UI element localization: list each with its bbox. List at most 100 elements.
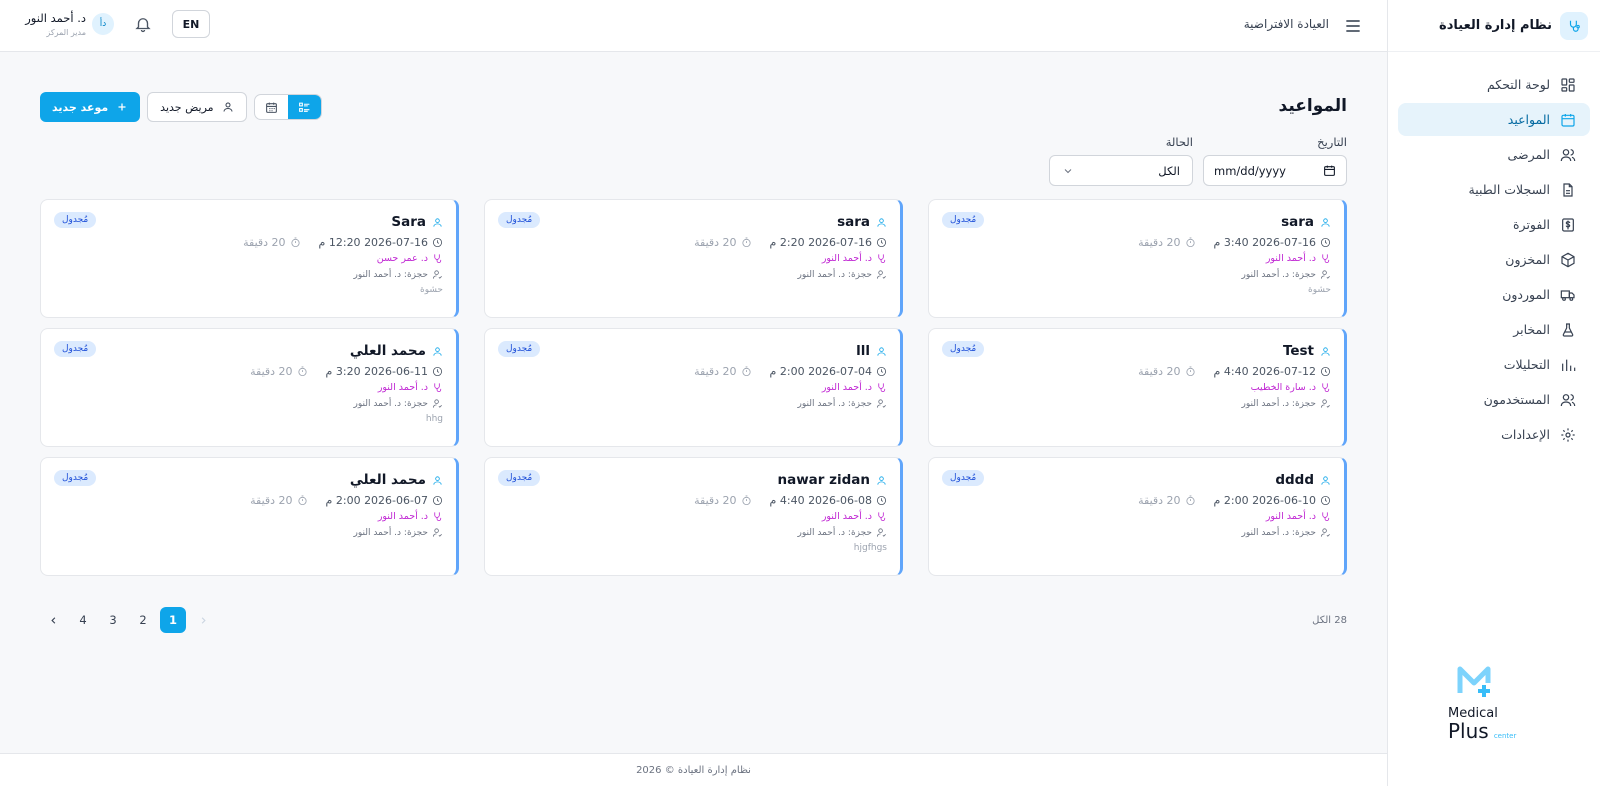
user-icon: [433, 346, 442, 356]
appointment-card[interactable]: محمد العلي مُجدول 2026-06-07 2:00 م 20 دق…: [40, 457, 459, 576]
clock-icon: [1320, 495, 1331, 506]
menu-icon[interactable]: [1343, 16, 1363, 36]
timer-icon: [297, 495, 307, 506]
plus-icon: [118, 103, 126, 111]
stethoscope-icon: [434, 383, 442, 393]
sidebar-item-billing[interactable]: الفوترة: [1398, 208, 1590, 241]
appointment-duration: 20 دقيقة: [694, 365, 737, 378]
page-title: المواعيد: [1278, 96, 1347, 116]
clock-icon: [432, 366, 443, 377]
chevron-left-icon: [50, 616, 55, 624]
appointment-card[interactable]: sara مُجدول 2026-07-16 2:20 م 20 دقيقة د.…: [484, 199, 903, 318]
next-page-button[interactable]: [40, 607, 66, 633]
user-icon: [1321, 346, 1330, 356]
date-input[interactable]: mm/dd/yyyy: [1203, 155, 1347, 186]
status-badge: مُجدول: [942, 341, 985, 357]
appointment-duration: 20 دقيقة: [243, 236, 286, 249]
doctor-name: د. أحمد النور: [377, 382, 428, 393]
sidebar-item-users[interactable]: المستخدمون: [1398, 383, 1590, 416]
user-name: د. أحمد النور: [25, 11, 86, 25]
patient-name: dddd: [1275, 472, 1314, 488]
doctor-name: د. أحمد النور: [821, 382, 872, 393]
doctor-name: د. أحمد النور: [1265, 253, 1316, 264]
list-view-button[interactable]: [287, 95, 321, 119]
appointment-duration: 20 دقيقة: [694, 494, 737, 507]
new-appointment-label: موعد جديد: [52, 100, 109, 114]
patient-name: محمد العلي: [349, 472, 426, 488]
sidebar-item-label: المخابر: [1513, 322, 1550, 337]
prev-page-button[interactable]: [190, 607, 216, 633]
appointment-card[interactable]: Sara مُجدول 2026-07-16 12:20 م 20 دقيقة د…: [40, 199, 459, 318]
user-role: مدير المركز: [46, 28, 86, 37]
sidebar-item-suppliers[interactable]: الموردون: [1398, 278, 1590, 311]
sidebar-item-labs[interactable]: المخابر: [1398, 313, 1590, 346]
patient-name: lll: [856, 343, 870, 359]
page-2-button[interactable]: 2: [130, 607, 156, 633]
stethoscope-icon: [1322, 383, 1330, 393]
user-icon: [1321, 217, 1330, 227]
calendar-icon: [1324, 165, 1335, 176]
medical-plus-logo-icon: [1457, 666, 1491, 697]
clock-icon: [432, 495, 443, 506]
page-4-button[interactable]: 4: [70, 607, 96, 633]
status-badge: مُجدول: [942, 470, 985, 486]
new-appointment-button[interactable]: موعد جديد: [40, 92, 141, 122]
appointment-duration: 20 دقيقة: [694, 236, 737, 249]
new-patient-button[interactable]: مريض جديد: [147, 92, 247, 122]
sidebar-item-analytics[interactable]: التحليلات: [1398, 348, 1590, 381]
patient-name: Sara: [391, 214, 426, 230]
appointment-card[interactable]: sara مُجدول 2026-07-16 3:40 م 20 دقيقة د.…: [928, 199, 1347, 318]
user-group-icon: [1560, 393, 1576, 406]
user-check-icon: [1320, 399, 1330, 408]
logo-word-center: center: [1493, 732, 1517, 740]
appointment-card[interactable]: lll مُجدول 2026-07-04 2:00 م 20 دقيقة د. …: [484, 328, 903, 447]
language-button[interactable]: EN: [172, 10, 210, 38]
sidebar-item-medical-records[interactable]: السجلات الطبية: [1398, 173, 1590, 206]
user-icon: [223, 102, 233, 112]
user-info[interactable]: د. أحمد النور مدير المركز: [25, 11, 86, 37]
appointment-note: hhg: [425, 414, 443, 424]
sidebar-item-patients[interactable]: المرضى: [1398, 138, 1590, 171]
appointment-note: حشوة: [1308, 285, 1331, 295]
status-select[interactable]: الكل: [1049, 155, 1193, 186]
status-badge: مُجدول: [54, 341, 97, 357]
date-placeholder: mm/dd/yyyy: [1214, 163, 1286, 178]
calendar-icon: [265, 102, 277, 113]
brand[interactable]: نظام إدارة العيادة: [1388, 0, 1600, 52]
sidebar-nav: لوحة التحكم المواعيد المرضى السجلات الطب…: [1388, 52, 1600, 469]
clock-icon: [876, 366, 887, 377]
timer-icon: [290, 237, 300, 248]
appointment-card[interactable]: Test مُجدول 2026-07-12 4:40 م 20 دقيقة د.…: [928, 328, 1347, 447]
timer-icon: [1185, 495, 1195, 506]
stethoscope-icon: [878, 512, 886, 522]
appointment-card[interactable]: nawar zidan مُجدول 2026-06-08 4:40 م 20 د…: [484, 457, 903, 576]
sidebar-item-inventory[interactable]: المخزون: [1398, 243, 1590, 276]
sidebar-item-dashboard[interactable]: لوحة التحكم: [1398, 68, 1590, 101]
doctor-name: د. أحمد النور: [821, 253, 872, 264]
dashboard-icon: [1561, 77, 1575, 92]
appointment-card[interactable]: محمد العلي مُجدول 2026-06-11 3:20 م 20 دق…: [40, 328, 459, 447]
patient-name: محمد العلي: [349, 343, 426, 359]
avatar[interactable]: دأ: [92, 13, 114, 35]
appointment-card[interactable]: dddd مُجدول 2026-06-10 2:00 م 20 دقيقة د.…: [928, 457, 1347, 576]
booked-by: حجزة: د. أحمد النور: [353, 398, 428, 409]
appointment-datetime: 2026-07-16 12:20 م: [318, 236, 428, 249]
footer-text: نظام إدارة العيادة © 2026: [636, 764, 751, 776]
booked-by: حجزة: د. أحمد النور: [797, 269, 872, 280]
calendar-view-button[interactable]: [255, 95, 288, 119]
page-1-button[interactable]: 1: [160, 607, 186, 633]
pagination-total: 28 الكل: [1312, 615, 1347, 626]
date-label: التاريخ: [1317, 135, 1347, 149]
user-check-icon: [876, 528, 886, 537]
sidebar-item-appointments[interactable]: المواعيد: [1398, 103, 1590, 136]
sidebar-item-settings[interactable]: الإعدادات: [1398, 418, 1590, 451]
appointment-datetime: 2026-07-16 2:20 م: [769, 236, 872, 249]
status-badge: مُجدول: [942, 212, 985, 228]
sidebar-item-label: الفوترة: [1513, 217, 1550, 232]
top-header: العيادة الافتراضية د. أحمد النور مدير ال…: [0, 0, 1387, 52]
page-3-button[interactable]: 3: [100, 607, 126, 633]
booked-by: حجزة: د. أحمد النور: [797, 398, 872, 409]
bell-icon[interactable]: [134, 15, 152, 33]
user-check-icon: [432, 399, 442, 408]
user-icon: [433, 475, 442, 485]
